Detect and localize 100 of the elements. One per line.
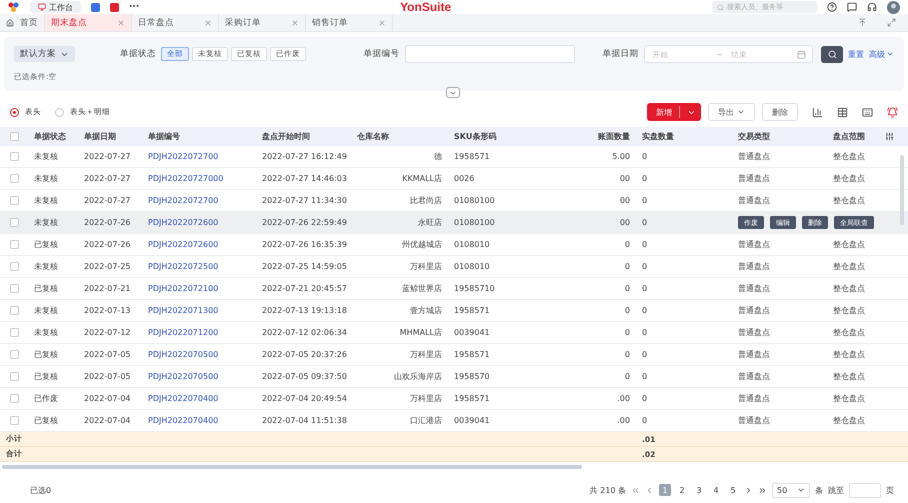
row-checkbox[interactable] <box>10 262 18 271</box>
table-icon[interactable] <box>837 106 848 118</box>
add-button[interactable]: 新增 <box>647 103 701 121</box>
document-link[interactable]: PDJH2022072600 <box>142 218 256 227</box>
horizontal-scrollbar[interactable] <box>2 465 582 469</box>
row-checkbox[interactable] <box>10 240 18 249</box>
table-cell-text: 0039041 <box>453 416 491 425</box>
close-icon[interactable] <box>378 18 386 26</box>
advanced-link[interactable]: 高级 <box>864 48 894 60</box>
row-checkbox[interactable] <box>10 218 18 227</box>
select-all-checkbox[interactable] <box>10 132 18 141</box>
row-checkbox[interactable] <box>10 350 18 359</box>
document-link[interactable]: PDJH2022072100 <box>142 284 256 293</box>
table-cell-text: 2022-07-25 <box>83 262 132 271</box>
table-cell-text: 未复核 <box>33 305 59 316</box>
table-cell-text: 未复核 <box>33 327 59 338</box>
delete-button[interactable]: 删除 <box>762 103 798 121</box>
table-cell-text: 2022-07-25 14:59:05 <box>261 262 348 271</box>
page-button[interactable]: 2 <box>676 484 688 496</box>
page-button[interactable]: 5 <box>727 484 739 496</box>
document-link[interactable]: PDJH20220727000 <box>142 174 256 183</box>
message-icon[interactable] <box>846 2 857 12</box>
app-icon[interactable] <box>91 2 100 12</box>
calendar-icon[interactable] <box>797 50 806 58</box>
row-checkbox[interactable] <box>10 416 18 425</box>
page-tab[interactable]: 期末盘点 <box>45 14 132 31</box>
export-button[interactable]: 导出 <box>708 103 755 121</box>
table-cell-text: 0 <box>641 196 648 205</box>
user-avatar[interactable] <box>886 0 900 14</box>
scheme-dropdown[interactable]: 默认方案 <box>14 46 75 62</box>
row-checkbox[interactable] <box>10 306 18 315</box>
bell-icon[interactable] <box>887 106 898 118</box>
goto-page-field[interactable] <box>849 482 881 498</box>
table-cell-text: 1958571 <box>453 394 491 403</box>
keyboard-icon[interactable] <box>862 106 873 118</box>
previous-page-icon[interactable] <box>645 486 654 494</box>
app-icon[interactable] <box>110 2 119 12</box>
document-link[interactable]: PDJH2022070400 <box>142 394 256 403</box>
table-cell-text: 2022-07-04 <box>83 416 132 425</box>
page-size-select[interactable]: 50 <box>772 482 810 498</box>
fullscreen-icon[interactable] <box>887 18 896 27</box>
row-checkbox[interactable] <box>10 196 18 205</box>
document-link[interactable]: PDJH2022072700 <box>142 152 256 161</box>
table-cell-text: 2022-07-27 16:12:49 <box>261 152 348 161</box>
page-button[interactable]: 4 <box>710 484 722 496</box>
table-cell-text: 00 <box>618 174 631 183</box>
table-cell-text: 已复核 <box>33 239 59 250</box>
upload-icon[interactable] <box>858 18 867 27</box>
table-cell-text: 5.00 <box>611 152 631 161</box>
help-icon[interactable] <box>826 2 837 12</box>
document-link[interactable]: PDJH2022070500 <box>142 350 256 359</box>
document-link[interactable]: PDJH2022072600 <box>142 240 256 249</box>
table-cell-text: 2022-07-27 <box>83 174 132 183</box>
document-link[interactable]: PDJH2022070500 <box>142 372 256 381</box>
next-page-icon[interactable] <box>744 486 753 494</box>
chart-icon[interactable] <box>812 106 823 118</box>
row-checkbox[interactable] <box>10 174 18 183</box>
table-cell-text: 0 <box>641 416 648 425</box>
app-logo-icon[interactable] <box>8 2 20 12</box>
first-page-icon[interactable] <box>631 486 640 494</box>
table-cell-text: 未复核 <box>33 195 59 206</box>
page-tab[interactable]: 销售订单 <box>306 14 393 31</box>
table-cell-text: 万科里店 <box>409 349 443 360</box>
last-page-icon[interactable] <box>758 486 767 494</box>
close-icon[interactable] <box>117 18 125 26</box>
table-cell-text: 口汇港店 <box>409 415 443 426</box>
table-cell-text: 未复核 <box>33 151 59 162</box>
column-settings-icon[interactable] <box>885 132 894 141</box>
page-button[interactable]: 3 <box>693 484 705 496</box>
row-checkbox[interactable] <box>10 394 18 403</box>
document-link[interactable]: PDJH2022070400 <box>142 416 256 425</box>
collapse-button[interactable] <box>446 87 460 98</box>
workbench-tab[interactable]: 工作台 <box>30 1 81 13</box>
document-link[interactable]: PDJH2022071300 <box>142 306 256 315</box>
document-link[interactable]: PDJH2022072700 <box>142 196 256 205</box>
code-input-field[interactable] <box>404 45 575 63</box>
close-icon[interactable] <box>204 18 212 26</box>
close-icon[interactable] <box>291 18 299 26</box>
document-link[interactable]: PDJH2022071200 <box>142 328 256 337</box>
row-checkbox[interactable] <box>10 372 18 381</box>
more-button[interactable]: ··· <box>129 2 140 12</box>
table-cell-text: MHMALL店 <box>398 327 443 338</box>
page-tab[interactable]: 采购订单 <box>219 14 306 31</box>
row-checkbox[interactable] <box>10 328 18 337</box>
table-cell-text: 0 <box>641 350 648 359</box>
table-cell-text: 2022-07-05 <box>83 372 132 381</box>
reset-link[interactable]: 重置 <box>843 48 864 60</box>
search-button[interactable] <box>821 46 843 62</box>
column-header: 单据编号 <box>147 131 181 142</box>
row-checkbox[interactable] <box>10 152 18 161</box>
document-link[interactable]: PDJH2022072500 <box>142 262 256 271</box>
table-cell-text: 0 <box>641 306 648 315</box>
table-cell-text: 未复核 <box>33 217 59 228</box>
vertical-scrollbar[interactable] <box>900 155 904 225</box>
column-header: 交易类型 <box>737 131 771 142</box>
table-cell-text: 州优越城店 <box>401 239 443 250</box>
home-icon <box>6 18 14 26</box>
headset-icon[interactable] <box>866 2 877 12</box>
page-tab[interactable]: 日常盘点 <box>132 14 219 31</box>
row-checkbox[interactable] <box>10 284 18 293</box>
